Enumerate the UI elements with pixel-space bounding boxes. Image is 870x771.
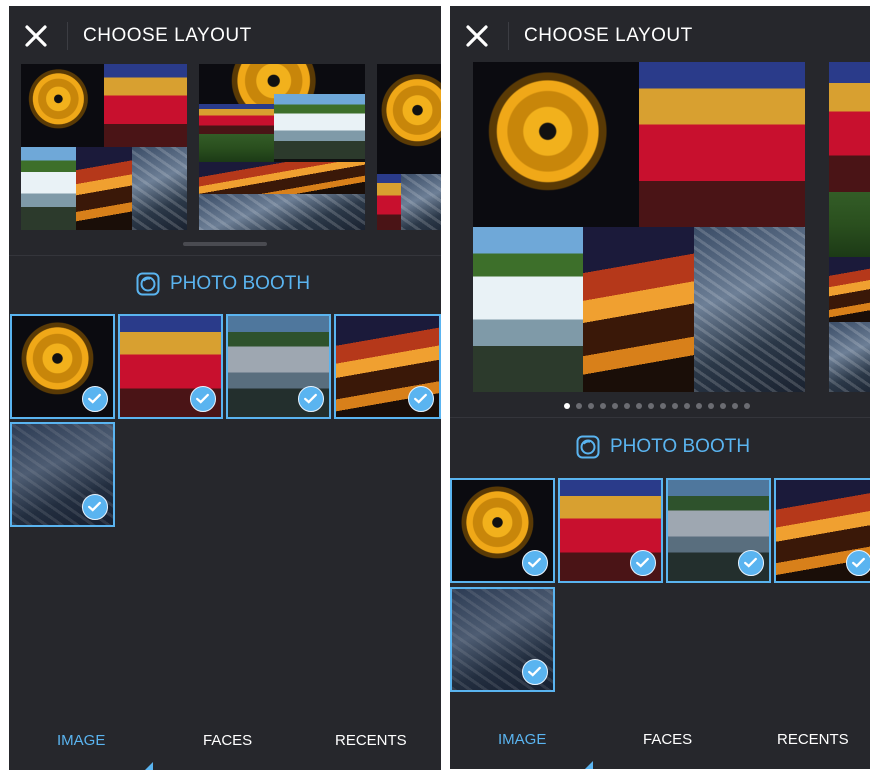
layout-option[interactable]	[199, 64, 365, 230]
layout-options-strip[interactable]	[450, 62, 870, 394]
page-dot[interactable]	[648, 403, 654, 409]
checkmark-icon	[522, 659, 548, 685]
layout-screen-left: CHOOSE LAYOUT PHOTO BOOTH IMAGE FACES RE…	[9, 6, 441, 770]
collage-photo-city	[694, 227, 805, 392]
layout-option[interactable]	[829, 62, 870, 392]
collage-photo-falls	[274, 94, 365, 159]
checkmark-icon	[846, 550, 870, 576]
page-dot[interactable]	[708, 403, 714, 409]
photo-booth-button[interactable]: PHOTO BOOTH	[136, 272, 310, 296]
photo-booth-label: PHOTO BOOTH	[170, 273, 311, 294]
collage-photo-bridge	[199, 162, 365, 194]
photo-thumb-spiral-lights[interactable]	[10, 314, 115, 419]
page-dot[interactable]	[576, 403, 582, 409]
photo-thumb-city-aerial[interactable]	[450, 587, 555, 692]
divider	[450, 417, 870, 418]
page-dot[interactable]	[720, 403, 726, 409]
page-dot[interactable]	[660, 403, 666, 409]
tab-indicator	[585, 761, 593, 769]
collage-photo-spiral	[473, 62, 639, 227]
checkmark-icon	[298, 386, 324, 412]
bottom-tab-bar: IMAGE FACES RECENTS	[450, 725, 870, 769]
camera-lens-icon	[576, 435, 600, 459]
photo-booth-button[interactable]: PHOTO BOOTH	[576, 435, 750, 459]
layout-options-strip[interactable]	[9, 64, 441, 236]
page-dot[interactable]	[684, 403, 690, 409]
collage-photo-city	[132, 147, 187, 230]
photo-thumb-double-decker-bus[interactable]	[118, 314, 223, 419]
collage-photo-falls	[21, 147, 76, 230]
header: CHOOSE LAYOUT	[450, 6, 870, 64]
tab-faces[interactable]: FACES	[643, 731, 692, 748]
collage-photo-falls	[473, 227, 583, 392]
collage-photo-bridge	[829, 257, 870, 322]
tab-recents[interactable]: RECENTS	[777, 731, 849, 748]
collage-photo-city	[199, 194, 365, 230]
divider	[9, 255, 441, 256]
page-dot[interactable]	[624, 403, 630, 409]
bottom-tab-bar: IMAGE FACES RECENTS	[9, 726, 441, 770]
photo-thumb-bridge-night[interactable]	[334, 314, 441, 419]
close-icon[interactable]	[464, 23, 490, 49]
page-dot[interactable]	[732, 403, 738, 409]
page-title: CHOOSE LAYOUT	[524, 25, 693, 46]
checkmark-icon	[408, 386, 434, 412]
checkmark-icon	[522, 550, 548, 576]
collage-photo-bus	[829, 62, 870, 192]
collage-photo-bridge	[583, 227, 694, 392]
tab-recents[interactable]: RECENTS	[335, 732, 407, 749]
photo-thumb-city-aerial[interactable]	[10, 422, 115, 527]
photo-thumb-bridge-night[interactable]	[774, 478, 870, 583]
collage-photo-city	[401, 174, 441, 230]
tab-image[interactable]: IMAGE	[57, 732, 105, 749]
strip-scroll-handle[interactable]	[183, 242, 267, 246]
tab-image[interactable]: IMAGE	[498, 731, 546, 748]
header: CHOOSE LAYOUT	[9, 6, 441, 64]
layout-option[interactable]	[377, 64, 441, 230]
close-icon[interactable]	[23, 23, 49, 49]
collage-photo-spiral	[377, 64, 441, 174]
checkmark-icon	[190, 386, 216, 412]
layout-screen-right: CHOOSE LAYOUT PHOTO BOOTH IMAGE FACES RE…	[450, 6, 870, 769]
tab-indicator	[145, 762, 153, 770]
collage-photo-bus	[639, 62, 805, 227]
collage-photo-trees	[199, 134, 274, 162]
checkmark-icon	[630, 550, 656, 576]
photo-thumb-waterfalls[interactable]	[666, 478, 771, 583]
camera-lens-icon	[136, 272, 160, 296]
tab-faces[interactable]: FACES	[203, 732, 252, 749]
photo-thumb-waterfalls[interactable]	[226, 314, 331, 419]
page-dot[interactable]	[672, 403, 678, 409]
layout-option[interactable]	[473, 62, 805, 392]
header-divider	[508, 22, 509, 50]
collage-photo-bus	[199, 104, 274, 134]
collage-photo-city	[829, 322, 870, 392]
page-indicator	[564, 403, 750, 409]
photo-thumb-spiral-lights[interactable]	[450, 478, 555, 583]
photo-booth-label: PHOTO BOOTH	[610, 436, 751, 457]
checkmark-icon	[738, 550, 764, 576]
collage-photo-bus	[377, 174, 401, 230]
page-dot[interactable]	[636, 403, 642, 409]
page-dot[interactable]	[564, 403, 570, 409]
page-dot[interactable]	[696, 403, 702, 409]
collage-photo-bus	[104, 64, 187, 147]
page-dot[interactable]	[744, 403, 750, 409]
header-divider	[67, 22, 68, 50]
checkmark-icon	[82, 386, 108, 412]
page-dot[interactable]	[588, 403, 594, 409]
page-title: CHOOSE LAYOUT	[83, 25, 252, 46]
page-dot[interactable]	[600, 403, 606, 409]
photo-thumb-double-decker-bus[interactable]	[558, 478, 663, 583]
layout-option[interactable]	[21, 64, 187, 230]
collage-photo-bridge	[76, 147, 132, 230]
collage-photo-trees	[829, 192, 870, 257]
collage-photo-spiral	[21, 64, 104, 147]
page-dot[interactable]	[612, 403, 618, 409]
checkmark-icon	[82, 494, 108, 520]
